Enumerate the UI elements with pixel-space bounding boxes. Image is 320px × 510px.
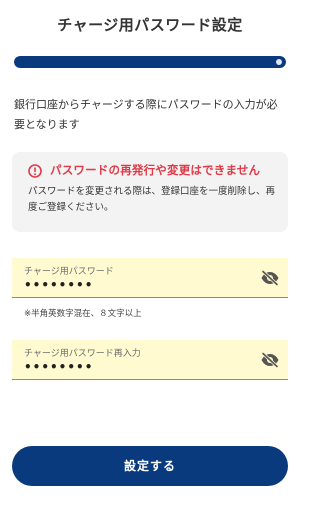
eye-off-icon[interactable] <box>260 351 280 369</box>
eye-off-icon[interactable] <box>260 269 280 287</box>
warning-notice-body: パスワードを変更される際は、登録口座を一度削除し、再度ご登録ください。 <box>28 186 276 213</box>
warning-notice-title: パスワードの再発行や変更はできません <box>50 163 261 177</box>
password-confirm-field-value[interactable]: •••••••• <box>24 360 93 374</box>
page-title: チャージ用パスワード設定 <box>57 16 243 34</box>
alert-circle-icon <box>28 163 42 178</box>
password-confirm-field-label: チャージ用パスワード再入力 <box>24 349 141 359</box>
progress-bar-fill <box>14 56 286 68</box>
password-confirm-field[interactable]: チャージ用パスワード再入力 •••••••• <box>12 340 288 380</box>
password-field-label: チャージ用パスワード <box>24 267 114 277</box>
intro-text: 銀行口座からチャージする際にパスワードの入力が必要となります <box>14 98 278 131</box>
password-field-value[interactable]: •••••••• <box>24 278 93 292</box>
warning-notice: パスワードの再発行や変更はできません パスワードを変更される際は、登録口座を一度… <box>12 152 288 232</box>
progress-bar-end-dot <box>276 59 282 65</box>
password-field[interactable]: チャージ用パスワード •••••••• <box>12 258 288 298</box>
submit-button[interactable]: 設定する <box>12 446 288 486</box>
warning-notice-header: パスワードの再発行や変更はできません <box>28 162 276 178</box>
password-requirement-hint: ※半角英数字混在、８文字以上 <box>24 309 142 319</box>
progress-bar <box>14 56 286 68</box>
